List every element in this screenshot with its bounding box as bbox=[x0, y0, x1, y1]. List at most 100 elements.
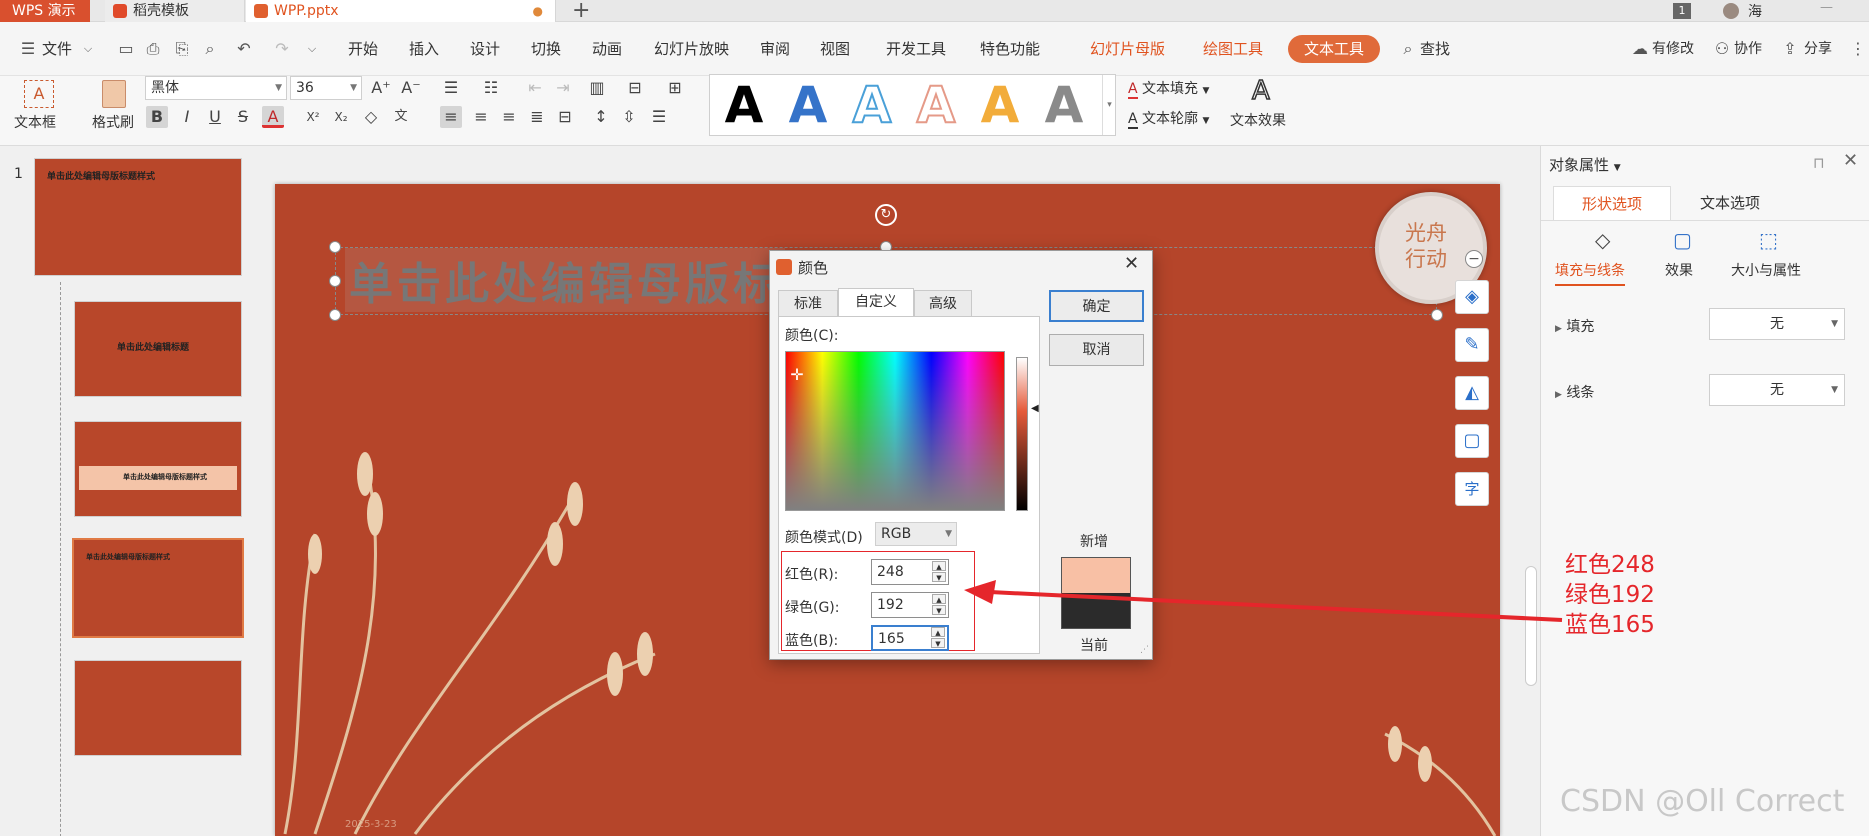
ok-button[interactable]: 确定 bbox=[1049, 290, 1144, 322]
quick-access-icon[interactable]: ⌵ bbox=[302, 39, 322, 59]
spin-up-icon[interactable]: ▲ bbox=[931, 627, 945, 637]
text-style-blue-outline[interactable]: A bbox=[846, 78, 898, 132]
close-icon[interactable]: ✕ bbox=[1124, 253, 1139, 274]
more-icon[interactable]: ⋮ bbox=[1848, 39, 1868, 59]
bullet-list-icon[interactable]: ☰ bbox=[440, 77, 462, 99]
resize-handle[interactable] bbox=[329, 309, 341, 321]
clear-format-icon[interactable]: ◇ bbox=[360, 106, 382, 128]
menu-search[interactable]: 查找 bbox=[1420, 37, 1450, 61]
layers-icon[interactable]: ◈ bbox=[1455, 280, 1489, 314]
decrease-indent-icon[interactable]: ⇤ bbox=[524, 77, 546, 99]
text-style-gray[interactable]: A bbox=[1038, 79, 1090, 131]
text-style-black[interactable]: A bbox=[718, 79, 770, 131]
grow-font-icon[interactable]: A⁺ bbox=[370, 77, 392, 99]
share-button[interactable]: 分享 bbox=[1804, 37, 1832, 61]
font-family-select[interactable]: 黑体 ▼ bbox=[145, 76, 287, 100]
underline-icon[interactable]: U bbox=[204, 106, 226, 128]
tab-standard[interactable]: 标准 bbox=[778, 290, 838, 316]
text-style-blue[interactable]: A bbox=[782, 79, 834, 131]
phonetic-icon[interactable]: 文 bbox=[390, 106, 412, 128]
align-center-icon[interactable]: ≡ bbox=[470, 106, 492, 128]
collaborate-button[interactable]: 协作 bbox=[1734, 37, 1762, 61]
slide-title[interactable]: 单击此处编辑母版标 bbox=[345, 248, 785, 312]
avatar[interactable] bbox=[1723, 3, 1739, 19]
resize-handle[interactable] bbox=[1431, 309, 1443, 321]
redo-icon[interactable]: ↷ bbox=[272, 39, 292, 59]
modified-status[interactable]: 有修改 bbox=[1652, 37, 1694, 61]
print-icon[interactable]: ⎘ bbox=[172, 39, 192, 59]
menu-review[interactable]: 审阅 bbox=[760, 37, 790, 61]
tab-template[interactable]: 稻壳模板 bbox=[105, 0, 245, 22]
tab-custom[interactable]: 自定义 bbox=[838, 288, 914, 317]
hamburger-icon[interactable]: ☰ bbox=[18, 39, 38, 59]
preview-icon[interactable]: ⌕ bbox=[200, 39, 220, 59]
fill-section[interactable]: ▶ 填充 bbox=[1555, 316, 1594, 336]
align-text-icon[interactable]: ⊞ bbox=[664, 77, 686, 99]
fill-bucket-icon[interactable]: ◭ bbox=[1455, 376, 1489, 410]
textbox-icon[interactable]: A bbox=[24, 80, 54, 108]
text-effect-icon[interactable]: A bbox=[1251, 75, 1278, 107]
align-left-icon[interactable]: ≡ bbox=[440, 106, 462, 128]
columns-icon[interactable]: ▥ bbox=[586, 77, 608, 99]
tab-shape-options[interactable]: 形状选项 bbox=[1553, 186, 1671, 220]
para-spacing-icon[interactable]: ⇳ bbox=[618, 106, 640, 128]
cancel-button[interactable]: 取消 bbox=[1049, 334, 1144, 366]
superscript-icon[interactable]: X² bbox=[302, 106, 324, 128]
resize-handle[interactable] bbox=[329, 241, 341, 253]
font-color-icon[interactable]: A bbox=[262, 106, 284, 128]
search-icon[interactable]: ⌕ bbox=[1398, 39, 1418, 59]
textbox-label[interactable]: 文本框 bbox=[14, 114, 56, 132]
menu-slide-master[interactable]: 幻灯片母版 bbox=[1090, 37, 1165, 61]
chevron-down-icon[interactable]: ⌵ bbox=[78, 39, 98, 59]
text-style-orange[interactable]: A bbox=[974, 79, 1026, 131]
green-input[interactable]: 192 ▲ ▼ bbox=[871, 592, 949, 618]
font-size-select[interactable]: 36 ▼ bbox=[290, 76, 362, 100]
spin-down-icon[interactable]: ▼ bbox=[932, 572, 946, 582]
menu-drawing-tools[interactable]: 绘图工具 bbox=[1203, 37, 1263, 61]
size-properties-icon[interactable]: ⬚ bbox=[1759, 228, 1778, 252]
spin-up-icon[interactable]: ▲ bbox=[932, 561, 946, 571]
numbered-list-icon[interactable]: ☷ bbox=[480, 77, 502, 99]
menu-design[interactable]: 设计 bbox=[470, 37, 500, 61]
text-style-red-outline[interactable]: A bbox=[910, 78, 962, 132]
tab-file[interactable]: WPP.pptx ● bbox=[246, 0, 556, 22]
spin-down-icon[interactable]: ▼ bbox=[931, 638, 945, 648]
menu-developer[interactable]: 开发工具 bbox=[886, 37, 946, 61]
effects-icon[interactable]: ▢ bbox=[1673, 228, 1692, 252]
export-icon[interactable]: ⎙ bbox=[143, 39, 163, 59]
resize-handle[interactable] bbox=[329, 275, 341, 287]
new-tab-icon[interactable]: + bbox=[572, 0, 590, 23]
rotate-handle-icon[interactable]: ↻ bbox=[875, 204, 897, 226]
subtab-fill-line[interactable]: 填充与线条 bbox=[1555, 260, 1625, 286]
paragraph-settings-icon[interactable]: ☰ bbox=[648, 106, 670, 128]
text-outline-button[interactable]: A 文本轮廓 ▼ bbox=[1128, 108, 1209, 129]
tab-advanced[interactable]: 高级 bbox=[914, 290, 972, 316]
menu-animation[interactable]: 动画 bbox=[592, 37, 622, 61]
layout-thumbnail-4[interactable] bbox=[74, 660, 242, 756]
text-effect-label[interactable]: 文本效果 bbox=[1230, 112, 1286, 130]
justify-icon[interactable]: ≣ bbox=[526, 106, 548, 128]
minimize-icon[interactable]: — bbox=[1820, 0, 1833, 15]
wps-app-tab[interactable]: WPS 演示 bbox=[0, 0, 90, 22]
menu-transition[interactable]: 切换 bbox=[531, 37, 561, 61]
collapse-icon[interactable]: − bbox=[1465, 250, 1483, 268]
text-fill-button[interactable]: A 文本填充 ▼ bbox=[1128, 78, 1209, 99]
frame-icon[interactable]: ▢ bbox=[1455, 424, 1489, 458]
subtab-effects[interactable]: 效果 bbox=[1665, 260, 1693, 280]
increase-indent-icon[interactable]: ⇥ bbox=[552, 77, 574, 99]
lock-icon[interactable]: ⊓ bbox=[1813, 154, 1825, 172]
italic-icon[interactable]: I bbox=[176, 106, 198, 128]
bold-icon[interactable]: B bbox=[146, 106, 168, 128]
format-painter-icon[interactable] bbox=[102, 80, 126, 108]
gallery-more-icon[interactable]: ▾ bbox=[1102, 75, 1116, 135]
menu-slideshow[interactable]: 幻灯片放映 bbox=[654, 37, 729, 61]
red-input[interactable]: 248 ▲ ▼ bbox=[871, 559, 949, 585]
master-thumbnail[interactable]: 单击此处编辑母版标题样式 bbox=[34, 158, 242, 276]
layout-thumbnail-2[interactable]: 单击此处编辑母版标题样式 bbox=[74, 421, 242, 517]
menu-view[interactable]: 视图 bbox=[820, 37, 850, 61]
fill-line-icon[interactable]: ◇ bbox=[1595, 228, 1610, 252]
subscript-icon[interactable]: X₂ bbox=[330, 106, 352, 128]
distribute-icon[interactable]: ⊟ bbox=[554, 106, 576, 128]
crosshair-icon[interactable]: ✛ bbox=[788, 366, 806, 384]
slider-arrow-icon[interactable]: ◀ bbox=[1031, 403, 1039, 414]
